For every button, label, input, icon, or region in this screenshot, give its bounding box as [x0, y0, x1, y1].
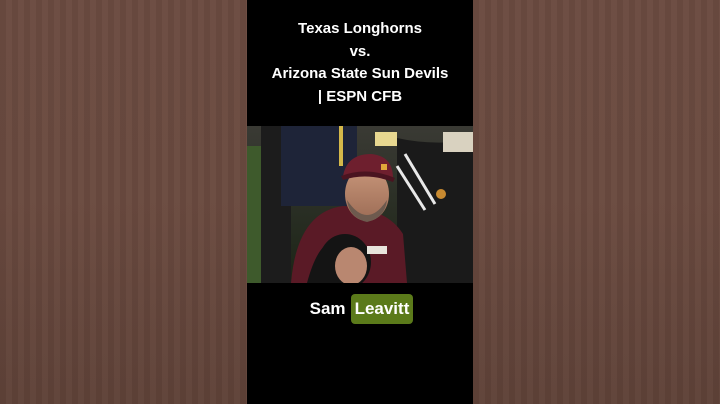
video-title-line-2: vs. — [349, 42, 371, 60]
background-person-right — [443, 132, 473, 152]
video-title-line-1: Texas Longhorns — [298, 20, 422, 37]
video-frame-image — [247, 126, 473, 283]
blur-texture-right — [473, 0, 720, 404]
cap-logo — [381, 164, 387, 170]
credential-badge — [375, 132, 397, 146]
video-clip[interactable] — [247, 126, 473, 283]
lanyard — [339, 126, 343, 166]
blurred-background-left — [0, 0, 247, 404]
blur-texture-left — [0, 0, 247, 404]
short-video-frame[interactable]: Texas Longhorns vs. Arizona State Sun De… — [247, 0, 473, 404]
caption-overlay: Sam Leavitt — [247, 292, 473, 326]
jacket-text-patch — [367, 246, 387, 254]
video-title-line-4: | ESPN CFB — [317, 87, 403, 105]
caption-highlighted-word: Leavitt — [350, 294, 414, 324]
caption-word: Sam — [309, 299, 346, 318]
video-title-line-3: Arizona State Sun Devils — [271, 65, 449, 82]
team-logo-patch — [436, 189, 446, 199]
video-title: Texas Longhorns vs. Arizona State Sun De… — [247, 18, 473, 108]
blurred-background-right — [473, 0, 720, 404]
